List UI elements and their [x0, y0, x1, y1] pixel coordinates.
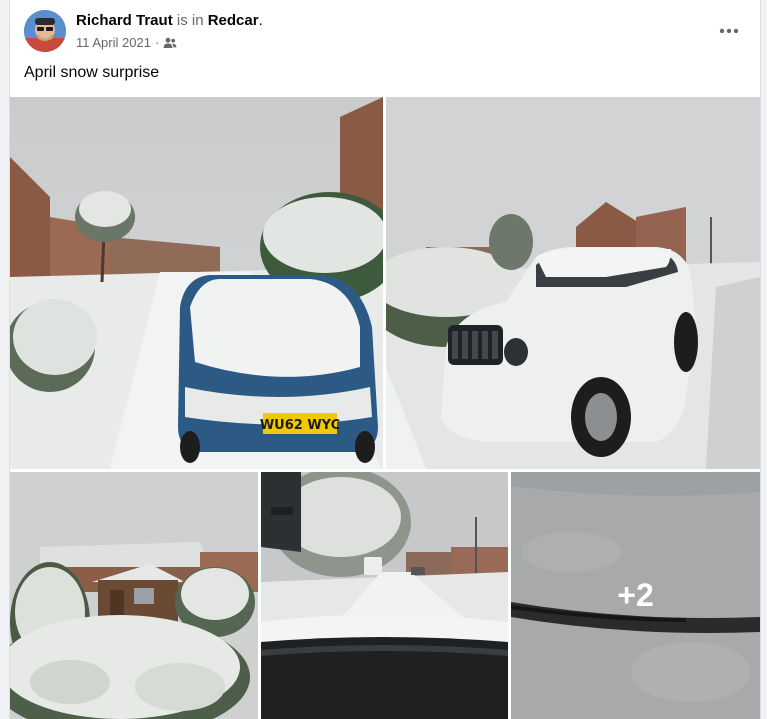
photo-windscreen-view[interactable] — [261, 472, 508, 719]
location-link[interactable]: Redcar — [208, 12, 259, 29]
post-card: Richard Traut is in Redcar. 11 April 202… — [9, 0, 761, 719]
photo-garden-shed[interactable] — [10, 472, 258, 719]
photo-grid: WU62 WYC +2 — [10, 97, 760, 719]
more-photos-overlay[interactable]: +2 — [511, 472, 760, 719]
location-connector: is in — [176, 12, 204, 29]
location-suffix: . — [258, 12, 263, 29]
post-date[interactable]: 11 April 2021 — [76, 35, 151, 50]
more-options-icon[interactable] — [712, 14, 746, 48]
post-header: Richard Traut is in Redcar. 11 April 202… — [10, 0, 760, 62]
photo-blue-car[interactable]: WU62 WYC — [10, 97, 383, 469]
author-line: Richard Traut is in Redcar. — [76, 12, 263, 29]
author-name[interactable]: Richard Traut — [76, 12, 173, 29]
post-caption: April snow surprise — [24, 64, 160, 81]
photo-white-jeep[interactable] — [386, 97, 760, 469]
friends-icon[interactable] — [163, 37, 177, 49]
post-meta: 11 April 2021 · — [76, 35, 177, 50]
number-plate: WU62 WYC — [260, 418, 340, 433]
author-avatar[interactable] — [24, 10, 66, 52]
photo-wiper-more[interactable]: +2 — [511, 472, 760, 719]
meta-separator: · — [154, 35, 160, 50]
more-photos-count: +2 — [617, 577, 654, 613]
